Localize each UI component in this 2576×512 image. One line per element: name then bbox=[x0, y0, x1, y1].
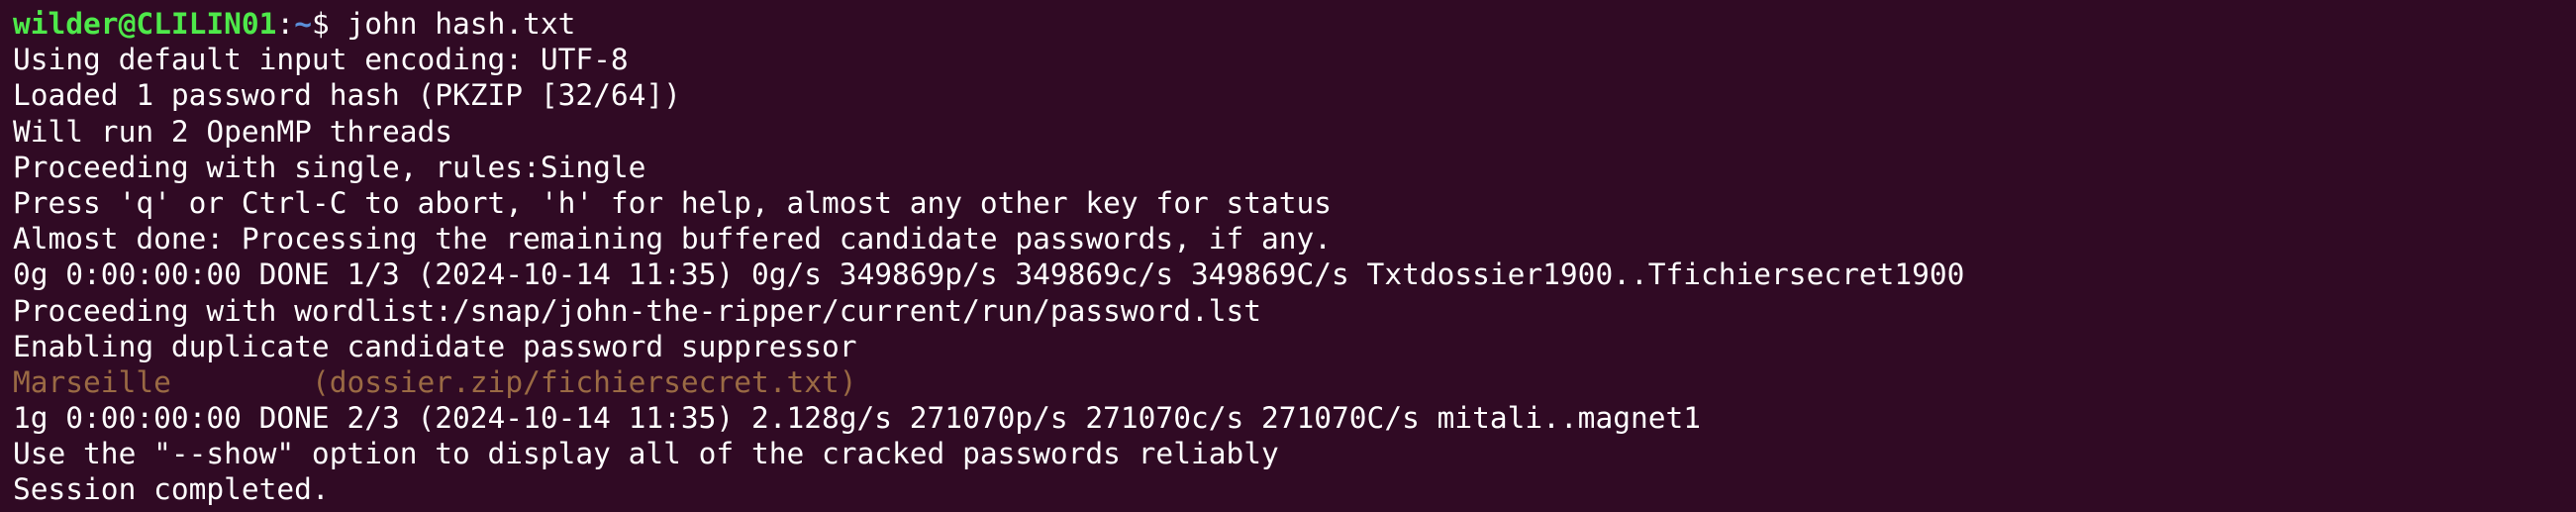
prompt-symbol: $ bbox=[311, 7, 347, 41]
cracked-password-line: Marseille (dossier.zip/fichiersecret.txt… bbox=[13, 364, 1964, 400]
prompt-user-host: wilder@CLILIN01 bbox=[13, 7, 277, 41]
output-line: 0g 0:00:00:00 DONE 1/3 (2024-10-14 11:35… bbox=[13, 257, 1965, 292]
cracked-source: (dossier.zip/fichiersecret.txt) bbox=[311, 364, 857, 399]
output-line: Using default input encoding: UTF-8 bbox=[13, 43, 629, 77]
output-line: Almost done: Processing the remaining bu… bbox=[13, 222, 1333, 256]
output-line: Will run 2 OpenMP threads bbox=[13, 114, 453, 149]
cracked-gap bbox=[171, 365, 312, 399]
output-line: Session completed. bbox=[13, 472, 330, 507]
cracked-password: Marseille bbox=[13, 364, 171, 399]
output-line: Proceeding with single, rules:Single bbox=[13, 150, 646, 184]
terminal-output: wilder@CLILIN01:~$ john hash.txt Using d… bbox=[13, 6, 1964, 508]
output-line: Press 'q' or Ctrl-C to abort, 'h' for he… bbox=[13, 185, 1333, 220]
output-line: Proceeding with wordlist:/snap/john-the-… bbox=[13, 293, 1261, 328]
terminal-window[interactable]: wilder@CLILIN01:~$ john hash.txt Using d… bbox=[0, 0, 2576, 512]
prompt-command: john hash.txt bbox=[347, 7, 576, 41]
output-line: Enabling duplicate candidate password su… bbox=[13, 329, 857, 363]
prompt-path: ~ bbox=[294, 7, 312, 41]
output-line: Loaded 1 password hash (PKZIP [32/64]) bbox=[13, 78, 681, 113]
output-line: 1g 0:00:00:00 DONE 2/3 (2024-10-14 11:35… bbox=[13, 401, 1702, 436]
prompt-line: wilder@CLILIN01:~$ john hash.txt bbox=[13, 6, 1964, 42]
prompt-separator: : bbox=[276, 7, 295, 41]
output-line: Use the "--show" option to display all o… bbox=[13, 437, 1279, 471]
